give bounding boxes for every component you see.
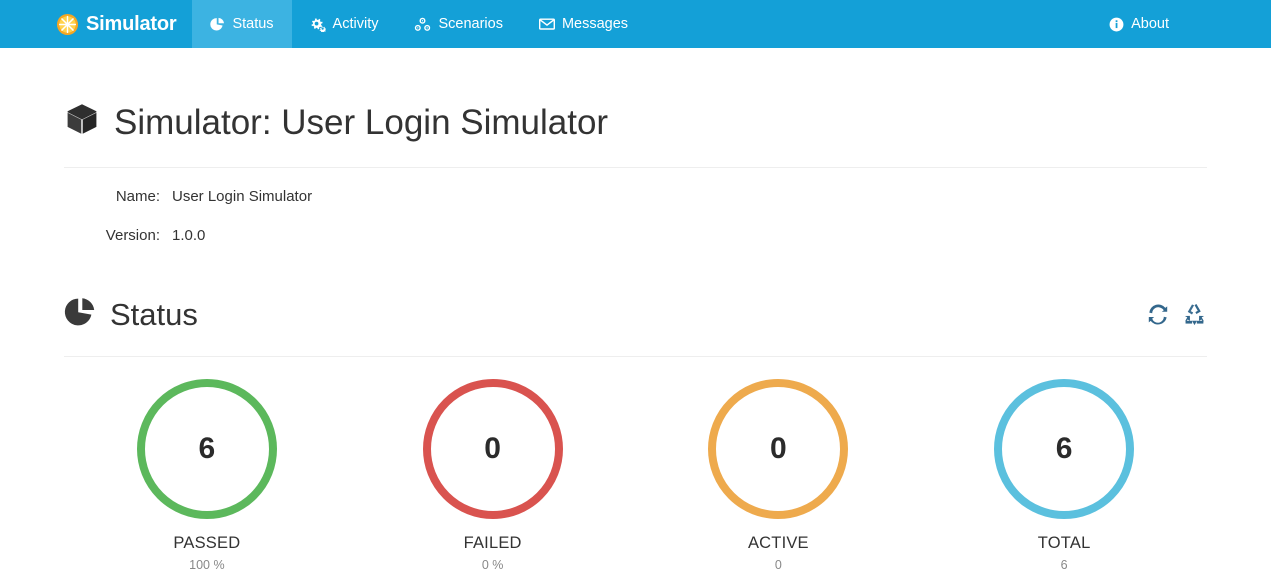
navbar-left-group: Simulator Status Activity Scenarios Mess… [0, 0, 646, 48]
navbar-right-group: About [1091, 0, 1271, 48]
refresh-icon[interactable] [1146, 303, 1170, 327]
main-navbar: Simulator Status Activity Scenarios Mess… [0, 0, 1271, 48]
status-stats: 6 PASSED 100 % 0 FAILED 0 % 0 ACTIVE 0 6… [64, 378, 1207, 572]
nav-item-label: Activity [332, 16, 379, 32]
recycle-icon[interactable] [1182, 303, 1207, 328]
nav-item-scenarios[interactable]: Scenarios [396, 0, 520, 48]
stat-ring: 0 [708, 378, 849, 519]
detail-value: User Login Simulator [172, 187, 313, 205]
nav-item-label: About [1131, 16, 1169, 32]
detail-value: 1.0.0 [172, 226, 206, 244]
nav-item-about[interactable]: About [1091, 0, 1187, 48]
stat-value: 6 [1055, 431, 1073, 465]
nav-item-label: Status [232, 16, 274, 32]
page-container: Simulator: User Login Simulator Name: Us… [0, 48, 1271, 572]
envelope-icon [538, 17, 555, 31]
sitemap-icon [414, 17, 431, 32]
stat-sublabel: 100 % [189, 557, 225, 572]
stat-label: FAILED [463, 533, 522, 552]
detail-row-name: Name: User Login Simulator [64, 188, 1207, 227]
simulator-details: Name: User Login Simulator Version: 1.0.… [64, 188, 1207, 266]
nav-item-activity[interactable]: Activity [292, 0, 397, 48]
stat-sublabel: 0 % [481, 557, 504, 572]
page-title-text: Simulator: User Login Simulator [114, 103, 609, 142]
status-section-header: Status [64, 296, 1207, 335]
stat-sublabel: 6 [1060, 557, 1068, 572]
nav-item-status[interactable]: Status [192, 0, 292, 48]
page-header: Simulator: User Login Simulator [64, 48, 1207, 168]
orange-slice-icon [56, 13, 79, 36]
cube-icon [64, 101, 100, 146]
info-circle-icon [1109, 17, 1124, 32]
stat-sublabel: 0 [774, 557, 782, 572]
status-section-actions [1146, 303, 1207, 328]
page-title: Simulator: User Login Simulator [64, 101, 1207, 146]
stat-label: ACTIVE [747, 533, 809, 552]
status-section-title-text: Status [110, 297, 198, 332]
nav-item-label: Scenarios [438, 16, 503, 32]
pie-chart-icon [210, 17, 225, 32]
brand-logo-link[interactable]: Simulator [56, 0, 192, 48]
stat-passed: 6 PASSED 100 % [64, 378, 350, 572]
cogs-icon [310, 17, 326, 32]
stat-total: 6 TOTAL 6 [921, 378, 1207, 572]
stat-ring: 6 [994, 378, 1135, 519]
pie-chart-icon [64, 296, 96, 335]
stat-label: TOTAL [1037, 533, 1091, 552]
stat-ring: 6 [136, 378, 277, 519]
nav-item-label: Messages [561, 16, 629, 32]
stat-active: 0 ACTIVE 0 [636, 378, 922, 572]
nav-item-messages[interactable]: Messages [521, 0, 646, 48]
detail-row-version: Version: 1.0.0 [64, 227, 1207, 266]
page-title-divider [64, 166, 1207, 168]
detail-label: Name: [115, 187, 160, 205]
detail-label: Version: [105, 226, 160, 244]
status-section-divider [64, 355, 1207, 357]
stat-value: 6 [198, 431, 216, 465]
stat-label: PASSED [173, 533, 241, 552]
stat-value: 0 [770, 431, 787, 465]
status-section-title: Status [64, 296, 198, 335]
stat-value: 0 [484, 431, 501, 465]
stat-ring: 0 [422, 378, 563, 519]
brand-label: Simulator [86, 12, 177, 35]
stat-failed: 0 FAILED 0 % [350, 378, 636, 572]
